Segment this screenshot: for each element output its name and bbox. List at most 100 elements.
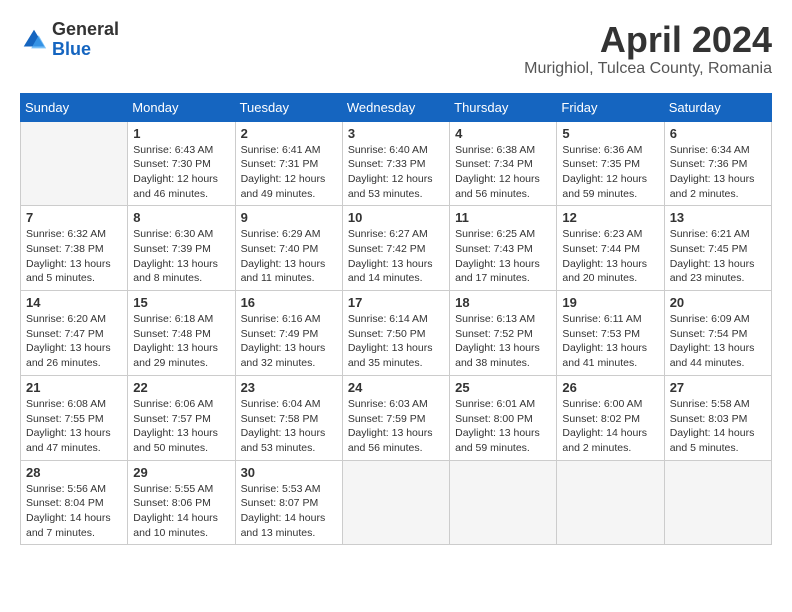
calendar-week-row: 21 Sunrise: 6:08 AM Sunset: 7:55 PM Dayli…: [21, 375, 772, 460]
calendar-cell: 8 Sunrise: 6:30 AM Sunset: 7:39 PM Daylig…: [128, 206, 235, 291]
calendar-cell: 22 Sunrise: 6:06 AM Sunset: 7:57 PM Dayli…: [128, 375, 235, 460]
day-number: 13: [670, 210, 766, 225]
day-number: 17: [348, 295, 444, 310]
calendar-cell: 15 Sunrise: 6:18 AM Sunset: 7:48 PM Dayli…: [128, 291, 235, 376]
calendar-cell: 12Sunrise: 6:23 AM Sunset: 7:44 PM Dayli…: [557, 206, 664, 291]
weekday-header: Monday: [128, 93, 235, 121]
day-info: Sunrise: 6:14 AM Sunset: 7:50 PM Dayligh…: [348, 312, 444, 371]
calendar-cell: 14 Sunrise: 6:20 AM Sunset: 7:47 PM Dayli…: [21, 291, 128, 376]
day-info: Sunrise: 6:06 AM Sunset: 7:57 PM Dayligh…: [133, 397, 229, 456]
day-info: Sunrise: 5:58 AM Sunset: 8:03 PM Dayligh…: [670, 397, 766, 456]
day-info: Sunrise: 6:18 AM Sunset: 7:48 PM Dayligh…: [133, 312, 229, 371]
calendar-cell: 26 Sunrise: 6:00 AM Sunset: 8:02 PM Dayli…: [557, 375, 664, 460]
day-number: 16: [241, 295, 337, 310]
day-info: Sunrise: 6:36 AM Sunset: 7:35 PM Dayligh…: [562, 143, 658, 202]
calendar-cell: 24Sunrise: 6:03 AM Sunset: 7:59 PM Dayli…: [342, 375, 449, 460]
weekday-header: Thursday: [450, 93, 557, 121]
day-number: 7: [26, 210, 122, 225]
day-info: Sunrise: 6:01 AM Sunset: 8:00 PM Dayligh…: [455, 397, 551, 456]
day-info: Sunrise: 6:00 AM Sunset: 8:02 PM Dayligh…: [562, 397, 658, 456]
day-number: 26: [562, 380, 658, 395]
location-title: Murighiol, Tulcea County, Romania: [524, 60, 772, 78]
calendar-cell: 16 Sunrise: 6:16 AM Sunset: 7:49 PM Dayli…: [235, 291, 342, 376]
day-info: Sunrise: 5:55 AM Sunset: 8:06 PM Dayligh…: [133, 482, 229, 541]
day-number: 24: [348, 380, 444, 395]
day-number: 20: [670, 295, 766, 310]
day-info: Sunrise: 6:41 AM Sunset: 7:31 PM Dayligh…: [241, 143, 337, 202]
day-info: Sunrise: 6:16 AM Sunset: 7:49 PM Dayligh…: [241, 312, 337, 371]
day-number: 30: [241, 465, 337, 480]
day-number: 6: [670, 126, 766, 141]
weekday-header-row: SundayMondayTuesdayWednesdayThursdayFrid…: [21, 93, 772, 121]
day-number: 18: [455, 295, 551, 310]
calendar-week-row: 14 Sunrise: 6:20 AM Sunset: 7:47 PM Dayli…: [21, 291, 772, 376]
calendar-cell: [342, 460, 449, 545]
calendar-cell: 19 Sunrise: 6:11 AM Sunset: 7:53 PM Dayli…: [557, 291, 664, 376]
calendar-cell: 27 Sunrise: 5:58 AM Sunset: 8:03 PM Dayli…: [664, 375, 771, 460]
day-info: Sunrise: 6:27 AM Sunset: 7:42 PM Dayligh…: [348, 227, 444, 286]
calendar-cell: 29 Sunrise: 5:55 AM Sunset: 8:06 PM Dayli…: [128, 460, 235, 545]
day-number: 8: [133, 210, 229, 225]
calendar-week-row: 28Sunrise: 5:56 AM Sunset: 8:04 PM Dayli…: [21, 460, 772, 545]
day-number: 15: [133, 295, 229, 310]
day-number: 10: [348, 210, 444, 225]
day-number: 27: [670, 380, 766, 395]
logo-text: General Blue: [52, 20, 119, 60]
calendar-cell: 21 Sunrise: 6:08 AM Sunset: 7:55 PM Dayli…: [21, 375, 128, 460]
calendar-cell: [664, 460, 771, 545]
logo-icon: [20, 26, 48, 54]
day-number: 29: [133, 465, 229, 480]
day-info: Sunrise: 6:30 AM Sunset: 7:39 PM Dayligh…: [133, 227, 229, 286]
day-number: 21: [26, 380, 122, 395]
day-number: 5: [562, 126, 658, 141]
day-info: Sunrise: 5:53 AM Sunset: 8:07 PM Dayligh…: [241, 482, 337, 541]
calendar-cell: 17 Sunrise: 6:14 AM Sunset: 7:50 PM Dayli…: [342, 291, 449, 376]
day-info: Sunrise: 6:13 AM Sunset: 7:52 PM Dayligh…: [455, 312, 551, 371]
calendar-cell: 2 Sunrise: 6:41 AM Sunset: 7:31 PM Daylig…: [235, 121, 342, 206]
day-info: Sunrise: 6:09 AM Sunset: 7:54 PM Dayligh…: [670, 312, 766, 371]
day-info: Sunrise: 6:29 AM Sunset: 7:40 PM Dayligh…: [241, 227, 337, 286]
day-info: Sunrise: 6:40 AM Sunset: 7:33 PM Dayligh…: [348, 143, 444, 202]
day-info: Sunrise: 6:11 AM Sunset: 7:53 PM Dayligh…: [562, 312, 658, 371]
month-title: April 2024: [524, 20, 772, 60]
day-info: Sunrise: 6:43 AM Sunset: 7:30 PM Dayligh…: [133, 143, 229, 202]
weekday-header: Friday: [557, 93, 664, 121]
calendar-cell: 25 Sunrise: 6:01 AM Sunset: 8:00 PM Dayli…: [450, 375, 557, 460]
calendar-cell: 4Sunrise: 6:38 AM Sunset: 7:34 PM Daylig…: [450, 121, 557, 206]
calendar-cell: 1 Sunrise: 6:43 AM Sunset: 7:30 PM Daylig…: [128, 121, 235, 206]
day-number: 1: [133, 126, 229, 141]
calendar-cell: 13 Sunrise: 6:21 AM Sunset: 7:45 PM Dayli…: [664, 206, 771, 291]
calendar-cell: [557, 460, 664, 545]
weekday-header: Saturday: [664, 93, 771, 121]
calendar-cell: 28Sunrise: 5:56 AM Sunset: 8:04 PM Dayli…: [21, 460, 128, 545]
title-block: April 2024 Murighiol, Tulcea County, Rom…: [524, 20, 772, 78]
weekday-header: Sunday: [21, 93, 128, 121]
calendar-cell: 11 Sunrise: 6:25 AM Sunset: 7:43 PM Dayli…: [450, 206, 557, 291]
page-header: General Blue April 2024 Murighiol, Tulce…: [20, 20, 772, 78]
day-info: Sunrise: 6:20 AM Sunset: 7:47 PM Dayligh…: [26, 312, 122, 371]
day-number: 4: [455, 126, 551, 141]
weekday-header: Wednesday: [342, 93, 449, 121]
day-info: Sunrise: 6:21 AM Sunset: 7:45 PM Dayligh…: [670, 227, 766, 286]
calendar-cell: [21, 121, 128, 206]
day-info: Sunrise: 6:34 AM Sunset: 7:36 PM Dayligh…: [670, 143, 766, 202]
day-info: Sunrise: 6:25 AM Sunset: 7:43 PM Dayligh…: [455, 227, 551, 286]
day-number: 14: [26, 295, 122, 310]
day-number: 11: [455, 210, 551, 225]
day-number: 22: [133, 380, 229, 395]
day-number: 19: [562, 295, 658, 310]
day-number: 2: [241, 126, 337, 141]
calendar-cell: 20 Sunrise: 6:09 AM Sunset: 7:54 PM Dayli…: [664, 291, 771, 376]
day-info: Sunrise: 6:08 AM Sunset: 7:55 PM Dayligh…: [26, 397, 122, 456]
calendar-week-row: 1 Sunrise: 6:43 AM Sunset: 7:30 PM Daylig…: [21, 121, 772, 206]
calendar-cell: 5 Sunrise: 6:36 AM Sunset: 7:35 PM Daylig…: [557, 121, 664, 206]
day-number: 3: [348, 126, 444, 141]
calendar-table: SundayMondayTuesdayWednesdayThursdayFrid…: [20, 93, 772, 546]
calendar-cell: 7Sunrise: 6:32 AM Sunset: 7:38 PM Daylig…: [21, 206, 128, 291]
day-number: 25: [455, 380, 551, 395]
day-number: 28: [26, 465, 122, 480]
calendar-cell: 6 Sunrise: 6:34 AM Sunset: 7:36 PM Daylig…: [664, 121, 771, 206]
day-info: Sunrise: 6:23 AM Sunset: 7:44 PM Dayligh…: [562, 227, 658, 286]
calendar-cell: 9Sunrise: 6:29 AM Sunset: 7:40 PM Daylig…: [235, 206, 342, 291]
calendar-week-row: 7Sunrise: 6:32 AM Sunset: 7:38 PM Daylig…: [21, 206, 772, 291]
